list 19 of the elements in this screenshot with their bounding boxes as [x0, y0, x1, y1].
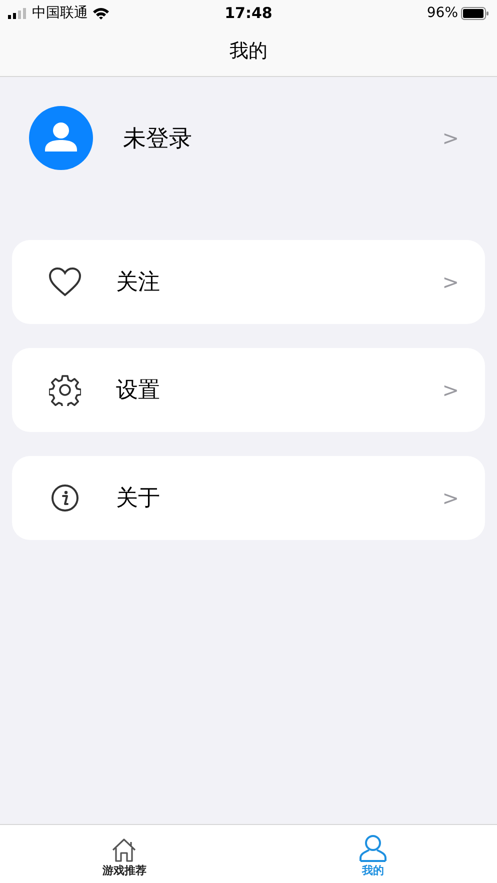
menu-item[interactable]: 关注 >	[12, 240, 485, 324]
page-title: 我的	[230, 39, 268, 64]
signal-icon	[8, 8, 28, 18]
gear-icon	[49, 374, 81, 406]
battery-percent: 96%	[426, 5, 458, 21]
battery-icon	[461, 6, 489, 20]
wifi-icon	[92, 6, 110, 20]
login-status[interactable]: 未登录	[123, 122, 442, 154]
heart-icon	[49, 267, 81, 297]
tab-item[interactable]: 游戏推荐	[0, 825, 248, 883]
clock-time: 17:48	[224, 4, 272, 22]
menu-item[interactable]: 关于 >	[12, 456, 485, 540]
avatar-icon	[29, 106, 93, 170]
carrier-name: 中国联通	[32, 4, 88, 22]
info-icon	[51, 484, 79, 512]
chevron-icon: >	[442, 126, 459, 150]
menu-item[interactable]: 设置 >	[12, 348, 485, 432]
home-icon	[111, 838, 138, 862]
person-icon	[358, 834, 387, 862]
